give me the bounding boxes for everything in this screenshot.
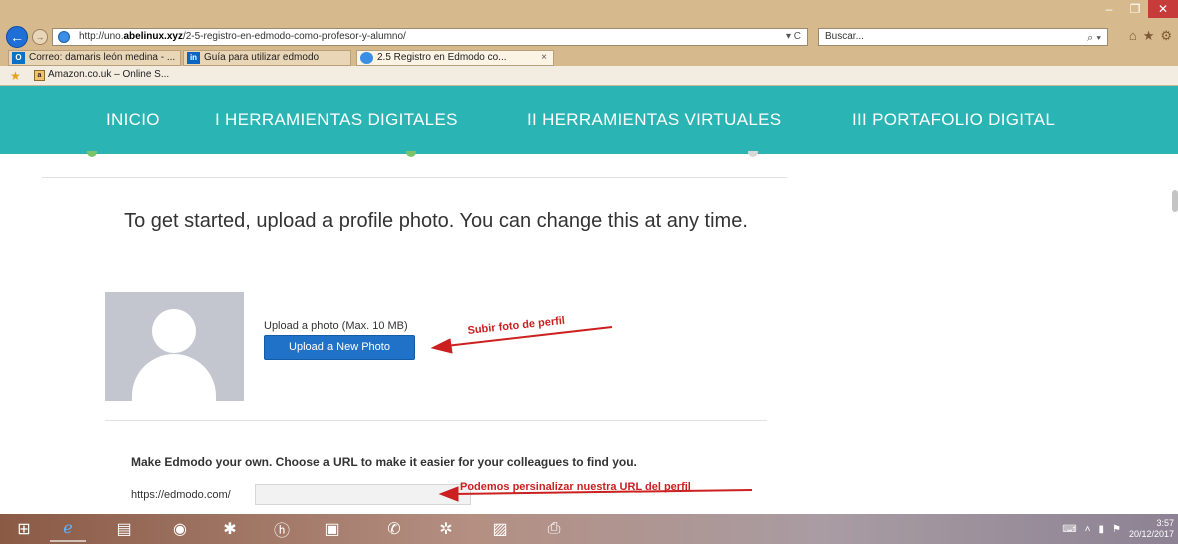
close-window-button[interactable]: ✕	[1148, 0, 1178, 18]
nav-inicio[interactable]: INICIO	[106, 110, 160, 130]
annotation-url: Podemos persinalizar nuestra URL del per…	[460, 481, 691, 493]
webcam-app-icon[interactable]: ◉	[162, 516, 198, 542]
url-path-text: /2-5-registro-en-edmodo-como-profesor-y-…	[182, 31, 406, 42]
clock-time: 3:57	[1156, 518, 1174, 528]
store-icon[interactable]: ▣	[314, 516, 350, 542]
tab-correo[interactable]: O Correo: damaris león medina - ...	[8, 50, 181, 66]
clock-date: 20/12/2017	[1128, 529, 1174, 539]
url-domain-text: abelinux.xyz	[123, 31, 183, 42]
progress-step-3	[748, 151, 758, 157]
network-flag-icon[interactable]: ⚑	[1112, 524, 1121, 535]
upload-new-photo-button[interactable]: Upload a New Photo	[264, 335, 415, 360]
tray-expand-icon[interactable]: ˄	[1085, 524, 1091, 535]
window-titlebar: – ❐ ✕	[0, 0, 1178, 26]
back-button[interactable]: ←	[6, 26, 28, 48]
home-icon[interactable]: ⌂	[1129, 28, 1137, 44]
system-tray: ⌨ ˄ ▮ ⚑ 3:57 20/12/2017	[1062, 514, 1174, 544]
tab-label: Correo: damaris león medina - ...	[29, 52, 176, 63]
favorites-star-icon[interactable]: ★	[1143, 28, 1155, 44]
scrollbar-thumb[interactable]	[1172, 190, 1178, 212]
favorite-label: Amazon.co.uk – Online S...	[48, 69, 170, 80]
start-windows-icon[interactable]: ⊞	[6, 516, 42, 542]
site-icon	[58, 31, 70, 43]
page-heading: To get started, upload a profile photo. …	[124, 210, 748, 232]
custom-url-input[interactable]	[255, 484, 471, 505]
profile-photo-placeholder	[105, 292, 244, 401]
avatar-body-icon	[132, 354, 216, 401]
pdf-app-icon[interactable]: ⎙	[536, 516, 572, 542]
tab-label: 2.5 Registro en Edmodo co...	[377, 52, 507, 63]
hp-icon[interactable]: ⓗ	[264, 516, 300, 542]
favorite-amazon[interactable]: a Amazon.co.uk – Online S...	[34, 69, 170, 81]
tab-registro-edmodo[interactable]: 2.5 Registro en Edmodo co... ×	[356, 50, 554, 66]
progress-divider	[42, 177, 787, 178]
nav-herramientas-digitales[interactable]: I HERRAMIENTAS DIGITALES	[215, 110, 458, 130]
nav-herramientas-virtuales[interactable]: II HERRAMIENTAS VIRTUALES	[527, 110, 781, 130]
forward-arrow-icon: →	[35, 32, 45, 42]
url-prefix-label: https://edmodo.com/	[131, 489, 231, 501]
photos-app-icon[interactable]: ✱	[212, 516, 248, 542]
url-section-heading: Make Edmodo your own. Choose a URL to ma…	[131, 455, 637, 469]
window-controls: – ❐ ✕	[1096, 0, 1178, 22]
internet-explorer-icon[interactable]: ℯ	[50, 516, 86, 542]
image-viewer-icon[interactable]: ▨	[482, 516, 518, 542]
progress-step-1	[87, 151, 97, 157]
url-prefix-text: http://uno.	[79, 31, 124, 42]
tab-strip: O Correo: damaris león medina - ... in G…	[0, 48, 1178, 66]
browser-search-input[interactable]: Buscar... ⌕ ▾	[818, 28, 1108, 46]
minimize-button[interactable]: –	[1096, 0, 1122, 18]
amazon-icon: a	[34, 70, 45, 81]
address-row: ← → http://uno.abelinux.xyz/2-5-registro…	[0, 26, 1178, 48]
tab-guia-edmodo[interactable]: in Guía para utilizar edmodo	[183, 50, 351, 66]
screen: – ❐ ✕ ← → http://uno.abelinux.xyz/2-5-re…	[0, 0, 1178, 544]
favorites-bar: ★ a Amazon.co.uk – Online S...	[0, 66, 1178, 86]
search-icon[interactable]: ⌕ ▾	[1087, 30, 1101, 46]
refresh-icon[interactable]: ▾ C	[786, 29, 801, 45]
clock[interactable]: 3:57 20/12/2017	[1129, 518, 1174, 540]
favorites-star-add-icon[interactable]: ★	[10, 69, 21, 83]
restore-button[interactable]: ❐	[1122, 0, 1148, 18]
forward-button[interactable]: →	[32, 29, 48, 45]
back-arrow-icon: ←	[10, 29, 24, 45]
keyboard-icon[interactable]: ⌨	[1062, 524, 1076, 535]
settings-gear-icon[interactable]: ⚙	[1160, 28, 1172, 44]
battery-icon[interactable]: ▮	[1098, 524, 1104, 535]
upload-photo-label: Upload a photo (Max. 10 MB)	[264, 320, 408, 332]
annotation-photo: Subir foto de perfil	[467, 314, 566, 337]
section-divider	[105, 420, 767, 421]
tab-label: Guía para utilizar edmodo	[204, 52, 320, 63]
ie-page-icon	[360, 52, 373, 64]
outlook-icon: O	[12, 52, 25, 64]
avatar-head-icon	[152, 309, 196, 353]
progress-step-2	[406, 151, 416, 157]
windows-taskbar: ⊞ ℯ ▤ ◉ ✱ ⓗ ▣ ✆ ✲ ▨ ⎙ ⌨ ˄ ▮ ⚑ 3:57 20/12…	[0, 514, 1178, 544]
site-nav-bar: INICIO I HERRAMIENTAS DIGITALES II HERRA…	[0, 86, 1178, 154]
search-placeholder: Buscar...	[825, 31, 864, 42]
phone-app-icon[interactable]: ✆	[376, 516, 412, 542]
close-tab-icon[interactable]: ×	[541, 51, 547, 65]
browser-toolbar-icons: ⌂ ★ ⚙	[1129, 28, 1172, 44]
linkedin-icon: in	[187, 52, 200, 64]
address-bar[interactable]: http://uno.abelinux.xyz/2-5-registro-en-…	[52, 28, 808, 46]
settings-app-icon[interactable]: ✲	[428, 516, 464, 542]
nav-portafolio-digital[interactable]: III PORTAFOLIO DIGITAL	[852, 110, 1055, 130]
file-explorer-icon[interactable]: ▤	[106, 516, 142, 542]
